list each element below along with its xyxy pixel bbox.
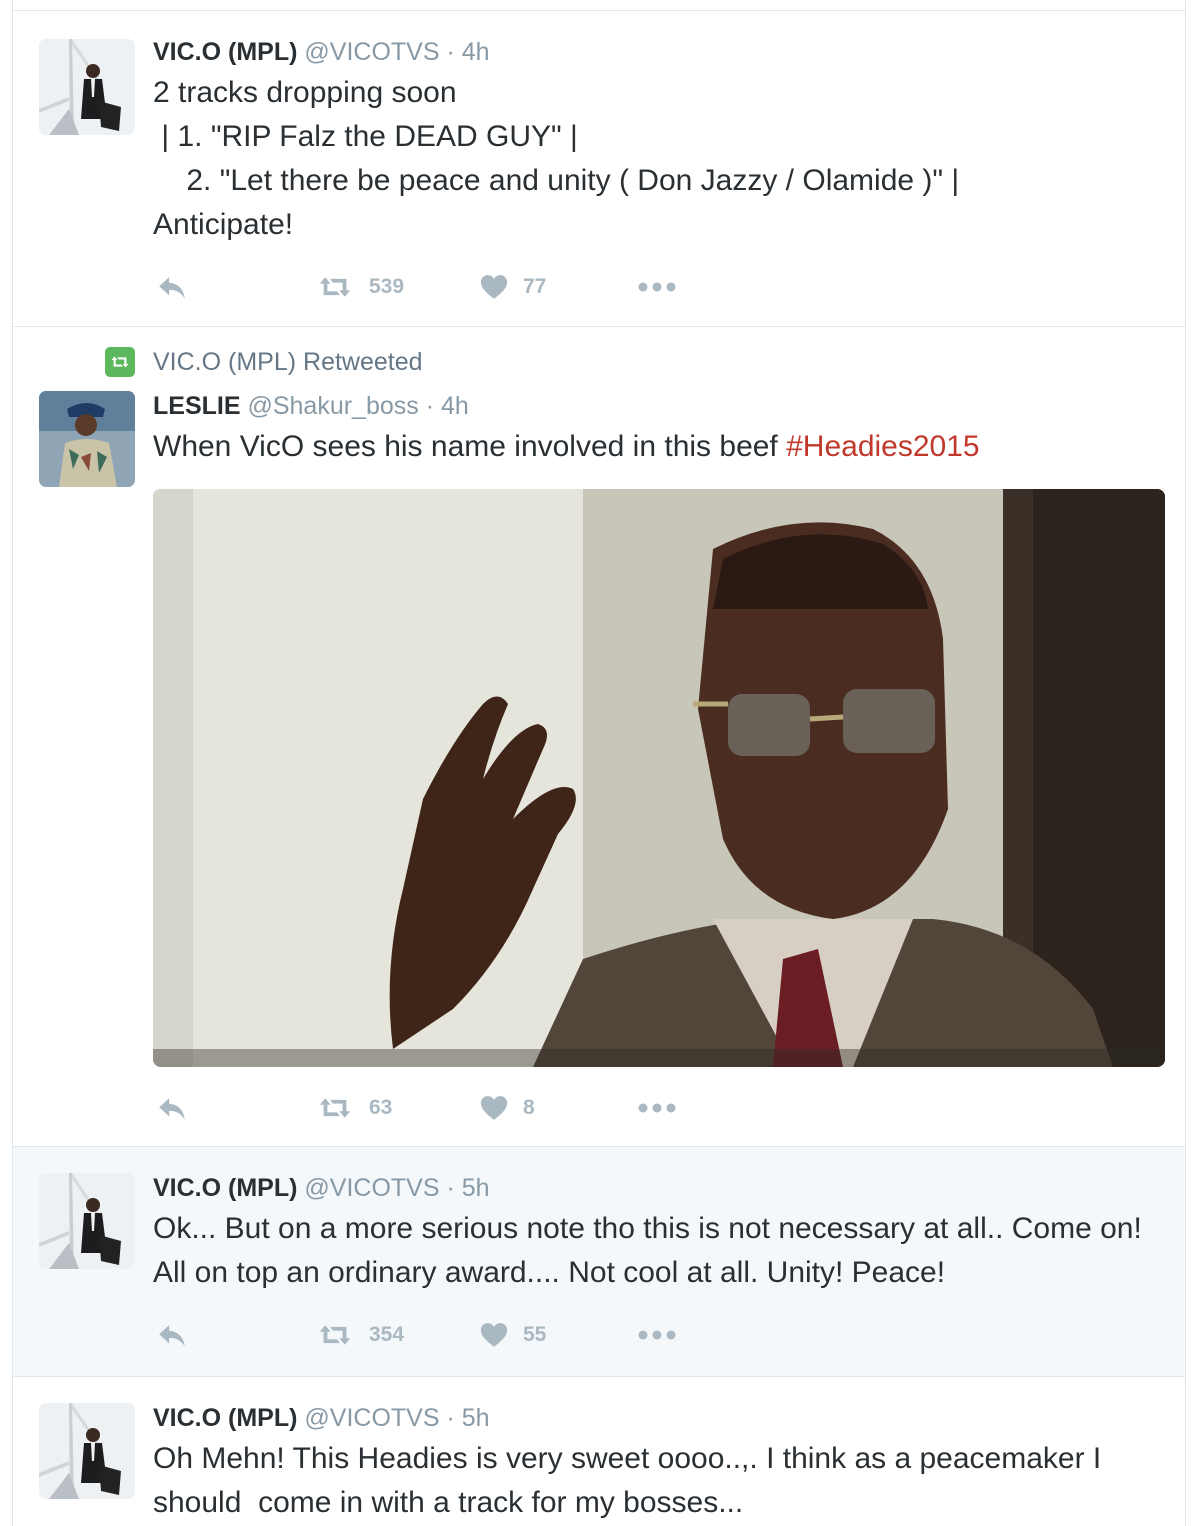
tweet-actions: 63 8 [153, 1088, 693, 1128]
user-handle[interactable]: @VICOTVS [304, 38, 439, 66]
user-name[interactable]: LESLIE [153, 392, 241, 420]
reply-button[interactable] [155, 1088, 189, 1128]
like-button[interactable]: 55 [479, 1315, 546, 1355]
retweet-badge-icon [105, 347, 135, 377]
tweet[interactable]: VIC.O (MPL) @VICOTVS · 5h Oh Mehn! This … [13, 1376, 1185, 1526]
avatar-image [39, 1173, 135, 1269]
user-handle[interactable]: @Shakur_boss [247, 392, 418, 420]
more-icon [637, 1329, 677, 1341]
more-icon [637, 1102, 677, 1114]
reply-button[interactable] [155, 1315, 189, 1355]
separator-dot: · [446, 1404, 455, 1432]
user-handle[interactable]: @VICOTVS [304, 1404, 439, 1432]
tweet-header: LESLIE @Shakur_boss · 4h [153, 391, 469, 421]
more-button[interactable] [637, 1088, 677, 1128]
avatar-image [39, 39, 135, 135]
tweet-text: Ok... But on a more serious note tho thi… [153, 1212, 1149, 1289]
photo [153, 489, 1165, 1067]
hashtag-link[interactable]: #Headies2015 [786, 430, 980, 463]
user-name[interactable]: VIC.O (MPL) [153, 1404, 297, 1432]
retweet-count: 354 [369, 1323, 405, 1346]
more-icon [637, 281, 677, 293]
timestamp[interactable]: 5h [462, 1174, 490, 1202]
tweet[interactable]: VIC.O (MPL) @VICOTVS · 5h Ok... But on a… [13, 1146, 1185, 1376]
retweet-count: 63 [369, 1096, 393, 1119]
timestamp[interactable]: 5h [462, 1404, 490, 1432]
more-button[interactable] [637, 1315, 677, 1355]
tweet[interactable]: VIC.O (MPL) Retweeted LESLIE @Shakur_bos… [13, 326, 1185, 1146]
separator-dot: · [446, 1174, 455, 1202]
retweet-icon [315, 274, 355, 300]
avatar[interactable] [39, 39, 135, 135]
tweet-text: 2 tracks dropping soon | 1. "RIP Falz th… [153, 76, 960, 241]
avatar[interactable] [39, 1173, 135, 1269]
separator-dot: · [425, 392, 435, 420]
tweet-actions: 354 55 [153, 1315, 693, 1355]
retweet-count: 539 [369, 275, 405, 298]
timestamp[interactable]: 4h [441, 392, 469, 420]
timeline: VIC.O (MPL) @VICOTVS · 4h 2 tracks dropp… [12, 0, 1186, 1526]
retweet-context[interactable]: VIC.O (MPL) Retweeted [105, 347, 423, 377]
retweet-button[interactable]: 539 [315, 267, 404, 307]
reply-icon [155, 1091, 189, 1125]
heart-icon [479, 1093, 509, 1123]
tweet-actions: 539 77 [153, 267, 693, 307]
tweet-header: VIC.O (MPL) @VICOTVS · 5h [153, 1173, 490, 1203]
retweet-button[interactable]: 354 [315, 1315, 404, 1355]
tweet[interactable]: VIC.O (MPL) @VICOTVS · 4h 2 tracks dropp… [13, 10, 1185, 326]
like-button[interactable]: 77 [479, 267, 546, 307]
like-count: 8 [523, 1096, 535, 1119]
retweet-button[interactable]: 63 [315, 1088, 392, 1128]
tweet-header: VIC.O (MPL) @VICOTVS · 5h [153, 1403, 490, 1433]
tweet-text: Oh Mehn! This Headies is very sweet oooo… [153, 1442, 1110, 1519]
timestamp[interactable]: 4h [462, 38, 490, 66]
avatar[interactable] [39, 1403, 135, 1499]
retweet-icon [315, 1095, 355, 1121]
like-count: 55 [523, 1323, 547, 1346]
heart-icon [479, 272, 509, 302]
reply-button[interactable] [155, 267, 189, 307]
like-count: 77 [523, 275, 547, 298]
user-name[interactable]: VIC.O (MPL) [153, 1174, 297, 1202]
user-handle[interactable]: @VICOTVS [304, 1174, 439, 1202]
tweet-text-body: When VicO sees his name involved in this… [153, 430, 787, 463]
like-button[interactable]: 8 [479, 1088, 535, 1128]
reply-icon [155, 1318, 189, 1352]
tweet-media-image[interactable] [153, 489, 1165, 1067]
tweet-text: When VicO sees his name involved in this… [153, 425, 1165, 469]
avatar-image [39, 1403, 135, 1499]
reply-icon [155, 270, 189, 304]
more-button[interactable] [637, 267, 677, 307]
retweet-icon [315, 1322, 355, 1348]
separator-dot: · [446, 38, 455, 66]
avatar-image [39, 391, 135, 487]
user-name[interactable]: VIC.O (MPL) [153, 38, 297, 66]
tweet-header: VIC.O (MPL) @VICOTVS · 4h [153, 37, 490, 67]
heart-icon [479, 1320, 509, 1350]
avatar[interactable] [39, 391, 135, 487]
retweet-context-label: VIC.O (MPL) Retweeted [153, 347, 423, 376]
